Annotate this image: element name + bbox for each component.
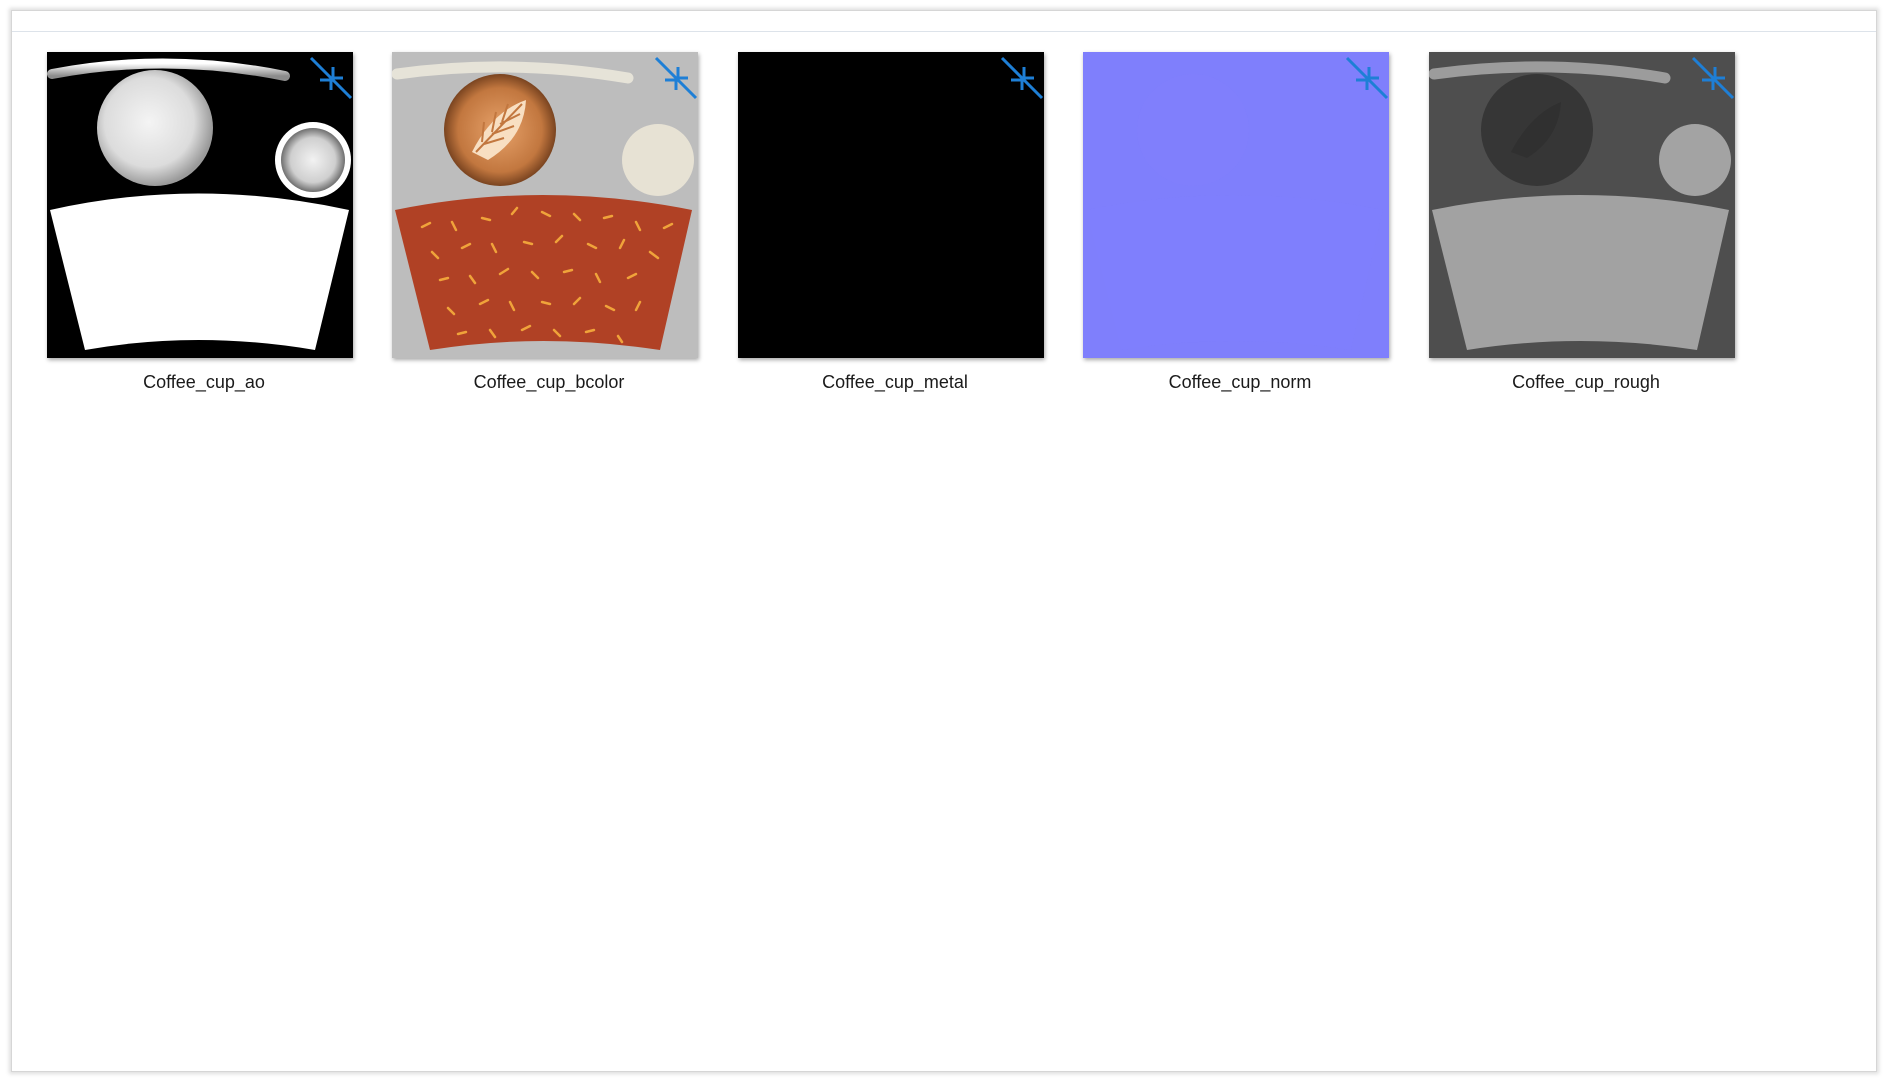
file-name-label: Coffee_cup_ao bbox=[143, 372, 265, 392]
header-strip bbox=[12, 11, 1876, 32]
file-name-label: Coffee_cup_rough bbox=[1512, 372, 1660, 392]
file-explorer-window: Coffee_cup_ao Coffee_cup_bcolor Coffee_c… bbox=[11, 10, 1877, 1072]
compressed-arrows-icon bbox=[1691, 56, 1735, 100]
compressed-arrows-icon bbox=[1345, 56, 1389, 100]
compressed-arrows-icon bbox=[309, 56, 353, 100]
file-item-rough[interactable]: Coffee_cup_rough bbox=[1421, 52, 1766, 392]
thumbnail-norm bbox=[1083, 52, 1389, 358]
file-name-label: Coffee_cup_norm bbox=[1168, 372, 1312, 392]
thumbnail-bcolor bbox=[392, 52, 698, 358]
file-name-label: Coffee_cup_bcolor bbox=[473, 372, 625, 392]
file-item-ao[interactable]: Coffee_cup_ao bbox=[39, 52, 384, 392]
file-item-metal[interactable]: Coffee_cup_metal bbox=[730, 52, 1075, 392]
thumbnail-metal bbox=[738, 52, 1044, 358]
file-item-norm[interactable]: Coffee_cup_norm bbox=[1075, 52, 1420, 392]
compressed-arrows-icon bbox=[1000, 56, 1044, 100]
thumbnail-ao bbox=[47, 52, 353, 358]
file-name-label: Coffee_cup_metal bbox=[822, 372, 968, 392]
file-grid: Coffee_cup_ao Coffee_cup_bcolor Coffee_c… bbox=[12, 33, 1876, 1071]
compressed-arrows-icon bbox=[654, 56, 698, 100]
thumbnail-rough bbox=[1429, 52, 1735, 358]
file-item-bcolor[interactable]: Coffee_cup_bcolor bbox=[384, 52, 729, 392]
